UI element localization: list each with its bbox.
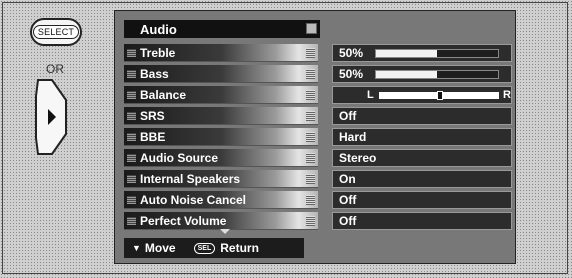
row-tab-icon	[306, 48, 315, 58]
balance-slider[interactable]	[379, 91, 499, 100]
menu-item-perfect-volume[interactable]: Perfect Volume	[124, 212, 318, 230]
menu-item-srs[interactable]: SRS	[124, 107, 318, 125]
row-tab-icon	[306, 174, 315, 184]
balance-left-label: L	[367, 89, 374, 101]
menu-title: Audio	[124, 20, 320, 38]
row-tab-icon	[306, 153, 315, 163]
move-arrow-icon: ▼	[132, 243, 141, 253]
menu-item-label: Balance	[140, 87, 187, 102]
bass-level-fill	[376, 71, 437, 78]
row-tab-icon	[306, 69, 315, 79]
value-text: 50%	[339, 46, 364, 60]
row-tab-icon	[306, 132, 315, 142]
close-icon[interactable]	[306, 23, 317, 34]
row-tab-icon	[306, 216, 315, 226]
row-tab-icon	[306, 90, 315, 100]
footer-help: ▼ Move SEL Return	[124, 238, 304, 258]
balance-slider-knob[interactable]	[437, 91, 443, 100]
menu-item-internal-speakers[interactable]: Internal Speakers	[124, 170, 318, 188]
menu-item-audio-source[interactable]: Audio Source	[124, 149, 318, 167]
row-tab-icon	[306, 195, 315, 205]
value-audio-source[interactable]: Stereo	[332, 149, 512, 167]
value-text: 50%	[339, 67, 364, 81]
bass-level-bar[interactable]	[375, 70, 499, 79]
menu-item-label: Internal Speakers	[140, 171, 241, 186]
menu-item-label: BBE	[140, 129, 166, 144]
sel-icon: SEL	[193, 242, 216, 254]
menu-item-label: Audio Source	[140, 150, 219, 165]
menu-item-label: SRS	[140, 108, 165, 123]
value-bass[interactable]: 50%	[332, 65, 512, 83]
value-text: Off	[339, 109, 357, 123]
value-treble[interactable]: 50%	[332, 44, 512, 62]
menu-item-balance[interactable]: Balance	[124, 86, 318, 104]
play-right-icon[interactable]	[34, 78, 70, 156]
menu-item-bbe[interactable]: BBE	[124, 128, 318, 146]
value-auto-noise-cancel[interactable]: Off	[332, 191, 512, 209]
value-srs[interactable]: Off	[332, 107, 512, 125]
treble-level-bar[interactable]	[375, 49, 499, 58]
menu-item-bass[interactable]: Bass	[124, 65, 318, 83]
value-text: Hard	[339, 130, 367, 144]
menu-item-label: Treble	[140, 45, 176, 60]
menu-title-text: Audio	[140, 21, 177, 37]
select-button[interactable]: SELECT	[30, 18, 82, 46]
or-label: OR	[46, 62, 64, 76]
select-button-label: SELECT	[32, 25, 80, 39]
value-text: On	[339, 172, 356, 186]
move-label: Move	[144, 241, 176, 255]
value-bbe[interactable]: Hard	[332, 128, 512, 146]
row-tab-icon	[306, 111, 315, 121]
menu-item-label: Bass	[140, 66, 169, 81]
menu-item-label: Auto Noise Cancel	[140, 192, 247, 207]
value-text: Off	[339, 214, 357, 228]
menu-item-label: Perfect Volume	[140, 213, 227, 228]
scroll-down-icon[interactable]	[220, 229, 230, 234]
balance-right-label: R	[503, 89, 511, 101]
menu-item-auto-noise-cancel[interactable]: Auto Noise Cancel	[124, 191, 318, 209]
value-balance[interactable]: LR	[332, 86, 512, 104]
value-text: Stereo	[339, 151, 377, 165]
value-internal-speakers[interactable]: On	[332, 170, 512, 188]
menu-item-treble[interactable]: Treble	[124, 44, 318, 62]
value-text: Off	[339, 193, 357, 207]
value-perfect-volume[interactable]: Off	[332, 212, 512, 230]
return-label: Return	[220, 241, 259, 255]
treble-level-fill	[376, 50, 437, 57]
